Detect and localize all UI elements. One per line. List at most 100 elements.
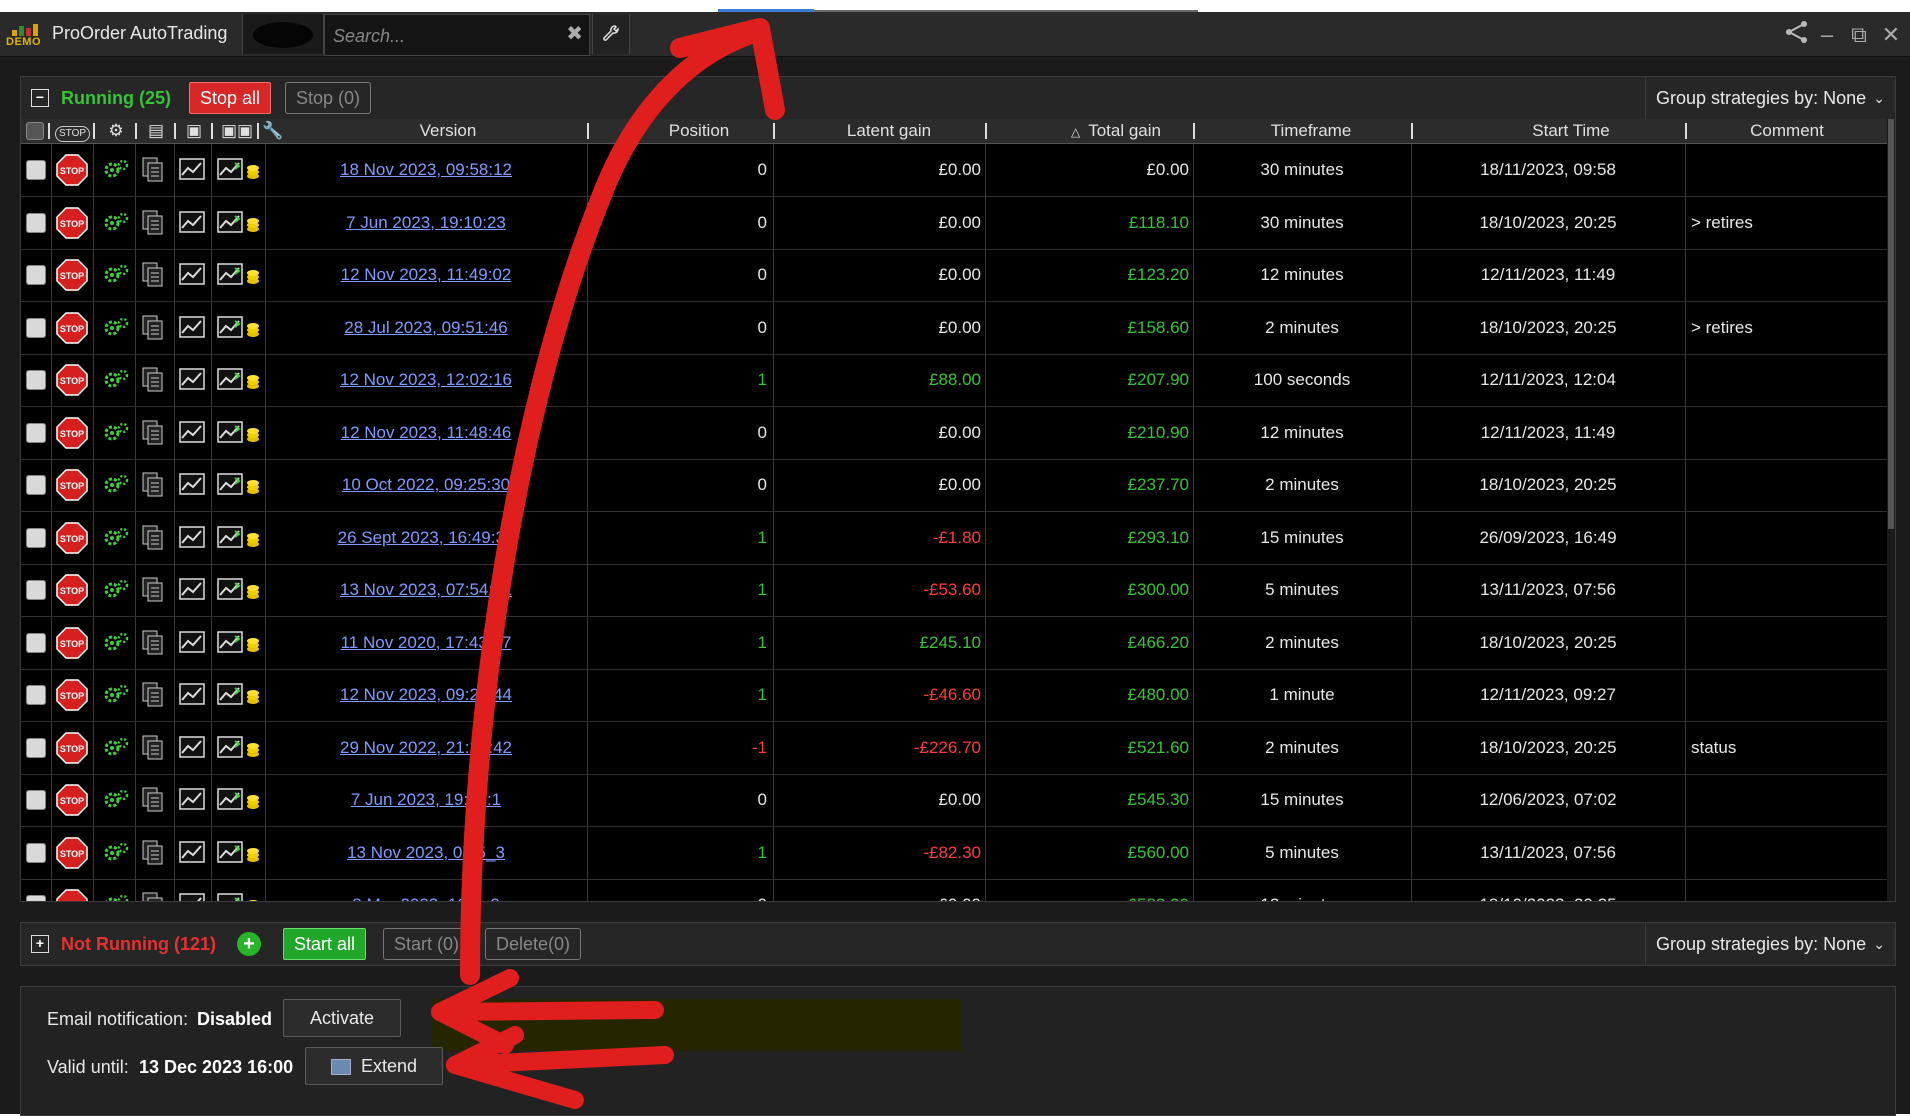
table-row[interactable]: STOP 10 Oct 2022, 09:25:30 0 £0.00 £237.70 2 … [21, 459, 1895, 512]
column-latent-gain[interactable]: Latent gain [789, 119, 989, 143]
row-checkbox[interactable] [26, 370, 46, 390]
table-row[interactable]: STOP 8 Mar 2023, 16:__20 £0.00£588.2012 mi… [21, 879, 1895, 901]
open-chart-icon[interactable] [179, 893, 205, 901]
table-row[interactable]: STOP 12 Nov 2023, 12:02:16 1 £88.00 £207.90 1… [21, 354, 1895, 407]
start-all-button[interactable]: Start all [283, 928, 367, 960]
collapse-running-icon[interactable]: − [31, 89, 49, 107]
view-code-icon[interactable] [141, 734, 165, 767]
table-row[interactable]: STOP 7 Jun 2023, 19:07:1 0 £0.00 £545.30 15 m… [21, 774, 1895, 827]
stop-all-button[interactable]: Stop all [189, 82, 272, 114]
table-row[interactable]: STOP 29 Nov 2022, 21:33:42 -1 -£226.70 £521.… [21, 721, 1895, 775]
row-checkbox[interactable] [26, 842, 46, 863]
performance-report-icon[interactable] [217, 158, 261, 187]
open-chart-icon[interactable] [179, 735, 205, 763]
clear-search-icon[interactable]: ✖ [566, 21, 583, 46]
stop-strategy-icon[interactable]: STOP [56, 364, 88, 396]
view-code-icon[interactable] [141, 891, 165, 901]
table-row[interactable]: STOP 28 Jul 2023, 09:51:46 0 £0.00 £158.60 2 … [21, 301, 1895, 355]
stop-strategy-icon[interactable]: STOP [56, 416, 88, 449]
group-strategies-select[interactable]: Group strategies by: None ⌄ [1645, 77, 1895, 119]
row-checkbox[interactable] [26, 265, 46, 285]
comment-value[interactable] [1691, 617, 1871, 669]
strategy-settings-icon[interactable] [103, 368, 129, 397]
view-code-icon[interactable] [141, 261, 165, 294]
version-link[interactable]: 28 Jul 2023, 09:51:46 [265, 302, 587, 354]
table-row[interactable]: STOP 11 Nov 2020, 17:43:37 1 £245.10 £466.20… [21, 616, 1895, 670]
version-link[interactable]: 12 Nov 2023, 12:02:16 [265, 354, 587, 406]
column-total-gain[interactable]: △ Total gain [1031, 119, 1201, 143]
restore-icon[interactable]: ⧉ [1848, 22, 1870, 48]
row-checkbox[interactable] [26, 895, 46, 901]
comment-value[interactable] [1691, 669, 1871, 721]
performance-report-icon[interactable] [217, 578, 261, 607]
performance-report-icon[interactable] [217, 788, 261, 817]
open-chart-icon[interactable] [179, 158, 205, 185]
group-strategies-select-2[interactable]: Group strategies by: None ⌄ [1645, 923, 1895, 965]
stop-strategy-icon[interactable]: STOP [56, 784, 88, 816]
strategy-settings-icon[interactable] [103, 893, 129, 901]
row-checkbox[interactable] [26, 475, 46, 495]
stop-strategy-icon[interactable]: STOP [56, 206, 88, 239]
performance-report-icon[interactable] [217, 840, 261, 870]
view-code-icon[interactable] [141, 366, 165, 399]
vertical-scrollbar[interactable] [1887, 119, 1895, 901]
row-checkbox[interactable] [26, 317, 46, 338]
table-row[interactable]: STOP 12 Nov 2023, 09:27:44 1 -£46.60 £480.00… [21, 669, 1895, 722]
version-link[interactable]: 7 Jun 2023, 19:07:1 [265, 774, 587, 826]
stop-strategy-icon[interactable]: STOP [56, 889, 88, 901]
strategy-settings-icon[interactable] [103, 526, 129, 555]
column-position[interactable]: Position [609, 119, 789, 143]
delete-selected-button[interactable]: Delete(0) [485, 928, 582, 960]
strategy-settings-icon[interactable] [103, 316, 129, 345]
row-checkbox[interactable] [26, 527, 46, 548]
comment-value[interactable] [1691, 564, 1871, 616]
strategy-settings-icon[interactable] [103, 263, 129, 292]
version-link[interactable]: 13 Nov 2023, 07:54:51 [265, 564, 587, 616]
strategy-settings-icon[interactable] [103, 736, 129, 765]
redacted-tab[interactable] [242, 14, 324, 54]
open-chart-icon[interactable] [179, 840, 205, 868]
performance-report-icon[interactable] [217, 893, 261, 901]
stop-strategy-icon[interactable]: STOP [56, 259, 88, 291]
table-row[interactable]: STOP 13 Nov 2023, 07:54:51 1 -£53.60 £300.00… [21, 564, 1895, 617]
view-code-icon[interactable] [141, 576, 165, 609]
table-row[interactable]: STOP 18 Nov 2023, 09:58:12 0 £0.00 £0.00 30 m… [21, 144, 1895, 197]
performance-report-icon[interactable] [217, 473, 261, 502]
select-all-checkbox[interactable] [26, 122, 44, 140]
stop-selected-button[interactable]: Stop (0) [285, 82, 372, 114]
column-start-time[interactable]: Start Time [1451, 119, 1691, 143]
activate-button[interactable]: Activate [283, 999, 401, 1037]
comment-value[interactable] [1691, 879, 1871, 901]
view-code-icon[interactable] [141, 524, 165, 557]
view-code-icon[interactable] [141, 786, 165, 819]
comment-value[interactable] [1691, 512, 1871, 564]
view-code-icon[interactable] [141, 839, 165, 872]
stop-strategy-icon[interactable]: STOP [56, 311, 88, 344]
comment-value[interactable] [1691, 249, 1871, 301]
start-selected-button[interactable]: Start (0) [383, 928, 471, 960]
comment-value[interactable] [1691, 407, 1871, 459]
open-chart-icon[interactable] [179, 578, 205, 605]
open-chart-icon[interactable] [179, 315, 205, 343]
version-link[interactable]: 11 Nov 2020, 17:43:37 [265, 617, 587, 669]
open-chart-icon[interactable] [179, 473, 205, 500]
row-checkbox[interactable] [26, 737, 46, 758]
version-link[interactable]: 12 Nov 2023, 09:27:44 [265, 669, 587, 721]
table-row[interactable]: STOP 12 Nov 2023, 11:49:02 0 £0.00 £123.20 12… [21, 249, 1895, 302]
version-link[interactable]: 26 Sept 2023, 16:49:39 [265, 512, 587, 564]
row-checkbox[interactable] [26, 580, 46, 600]
extend-button[interactable]: Extend [305, 1047, 443, 1085]
expand-not-running-icon[interactable]: + [31, 935, 49, 953]
performance-report-icon[interactable] [217, 315, 261, 345]
open-chart-icon[interactable] [179, 630, 205, 658]
strategy-settings-icon[interactable] [103, 158, 129, 187]
row-checkbox[interactable] [26, 422, 46, 443]
version-link[interactable]: 10 Oct 2022, 09:25:30 [265, 459, 587, 511]
table-row[interactable]: STOP 26 Sept 2023, 16:49:39 1 -£1.80 £293.10… [21, 511, 1895, 565]
table-row[interactable]: STOP 13 Nov 2023, 07:5_3 1 -£82.30 £560.00 5 … [21, 826, 1895, 880]
version-link[interactable]: 18 Nov 2023, 09:58:12 [265, 144, 587, 196]
view-code-icon[interactable] [141, 681, 165, 714]
minimize-icon[interactable]: – [1816, 22, 1838, 48]
comment-value[interactable] [1691, 774, 1871, 826]
view-code-icon[interactable] [141, 209, 165, 242]
